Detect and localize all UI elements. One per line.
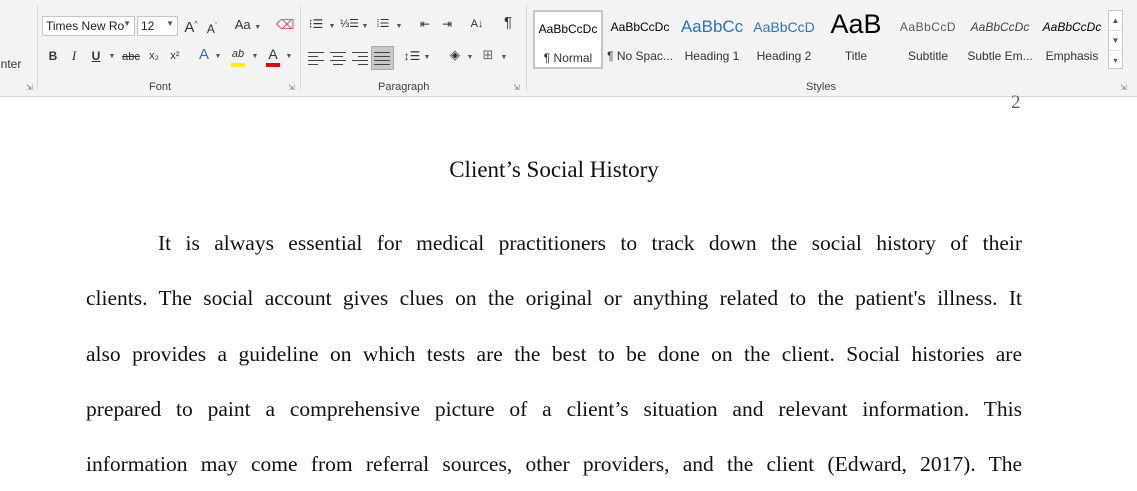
paragraph-line: It is always essential for medical pract… (158, 231, 1022, 255)
style-emphasis[interactable]: AaBbCcDc Emphasis (1037, 10, 1107, 69)
style-sample: AaBbCcDc (970, 20, 1030, 34)
style-name: Heading 1 (684, 49, 740, 63)
format-painter-button[interactable]: inter (0, 57, 21, 71)
font-name-combo[interactable]: Times New Ro ▼ (42, 16, 135, 36)
chevron-down-icon[interactable]: ▼ (395, 19, 403, 37)
borders-icon[interactable]: ⊞ (480, 47, 496, 65)
chevron-up-icon[interactable]: ▲ (1109, 11, 1122, 31)
chevron-down-icon: ▼ (166, 19, 174, 28)
style-sample: AaBbCc (680, 17, 744, 36)
group-divider (37, 6, 38, 90)
decrease-indent-icon[interactable]: ⇤ (416, 16, 434, 34)
style-no-spacing[interactable]: AaBbCcDc ¶ No Spac... (605, 10, 675, 69)
chevron-down-icon[interactable]: ▼ (361, 19, 369, 37)
grow-font-button[interactable]: A^ (183, 17, 199, 36)
style-subtle-emphasis[interactable]: AaBbCcDc Subtle Em... (965, 10, 1035, 69)
chevron-down-icon[interactable]: ▼ (423, 50, 431, 68)
paragraph-group-label: Paragraph (378, 81, 430, 93)
text-effects-button[interactable]: A (196, 47, 212, 65)
style-name: Emphasis (1045, 49, 1099, 63)
strikethrough-button[interactable]: abc (121, 49, 141, 67)
ribbon: inter ⇲ Times New Ro ▼ 12 ▼ A^ Aˇ Aa ▼ ⌫… (0, 0, 1137, 97)
style-sample: AaBbCcDc (538, 22, 598, 36)
justify-icon (374, 51, 390, 65)
style-name: Title (844, 49, 868, 63)
style-name: ¶ Normal (543, 51, 593, 65)
font-color-button[interactable]: A (265, 46, 281, 64)
chevron-down-icon[interactable]: ▼ (500, 50, 508, 68)
style-sample: AaBbCcD (899, 20, 957, 34)
paragraph-line: information may come from referral sourc… (86, 452, 1022, 476)
style-name: ¶ No Spac... (607, 49, 673, 63)
highlight-color-swatch (231, 63, 245, 67)
change-case-button[interactable]: Aa ▼ (233, 17, 263, 35)
paragraph-line: prepared to paint a comprehensive pictur… (86, 397, 1022, 421)
font-size-value: 12 (141, 19, 155, 33)
multilevel-list-icon[interactable]: ⁞☰ (374, 16, 392, 34)
more-styles-icon[interactable]: ▾ (1109, 51, 1122, 70)
clear-formatting-icon[interactable]: ⌫ (276, 17, 294, 35)
change-case-icon: Aa (234, 17, 251, 32)
paragraph-line: clients. The social account gives clues … (86, 286, 1022, 310)
highlight-button[interactable]: ab (230, 46, 246, 64)
grow-font-icon: A (184, 19, 195, 36)
page-number: 2 (1011, 92, 1021, 113)
shrink-font-button[interactable]: Aˇ (205, 19, 219, 37)
show-formatting-marks-icon[interactable]: ¶ (501, 15, 515, 33)
bullets-icon[interactable]: ⁝☰ (307, 16, 325, 34)
align-center-icon[interactable] (330, 51, 346, 65)
bold-button[interactable]: B (46, 48, 60, 66)
font-color-swatch (266, 63, 280, 67)
style-heading-1[interactable]: AaBbCc Heading 1 (677, 10, 747, 69)
paragraph-line: also provides a guideline on which tests… (86, 342, 1022, 366)
italic-button[interactable]: I (67, 48, 81, 66)
chevron-down-icon[interactable]: ▼ (328, 19, 336, 37)
superscript-button[interactable]: x² (167, 48, 183, 66)
chevron-down-icon[interactable]: ▼ (466, 50, 474, 68)
document-page[interactable]: 2 Client’s Social History It is always e… (0, 92, 1137, 491)
style-sample: AaBbCcDc (1042, 20, 1102, 34)
style-title[interactable]: AaB Title (821, 10, 891, 69)
style-heading-2[interactable]: AaBbCcD Heading 2 (749, 10, 819, 69)
style-normal[interactable]: AaBbCcDc ¶ Normal (533, 10, 603, 69)
styles-group-label: Styles (806, 81, 836, 93)
chevron-down-icon: ▼ (123, 19, 131, 28)
font-group-label: Font (149, 81, 172, 93)
subscript-button[interactable]: x₂ (146, 48, 162, 66)
line-spacing-icon[interactable]: ↕☰ (403, 48, 421, 66)
paragraph-dialog-launcher-icon[interactable]: ⇲ (513, 84, 521, 92)
shading-icon[interactable]: ◈ (446, 47, 464, 65)
numbering-icon[interactable]: ⅓☰ (340, 16, 359, 34)
style-sample: AaBbCcD (753, 19, 815, 35)
font-size-combo[interactable]: 12 ▼ (137, 16, 178, 36)
chevron-down-icon[interactable]: ▼ (251, 49, 259, 67)
style-sample: AaB (830, 10, 882, 39)
shrink-font-icon: A (206, 22, 215, 36)
chevron-down-icon[interactable]: ▼ (214, 49, 222, 67)
styles-gallery-scroll[interactable]: ▲ ▼ ▾ (1108, 10, 1123, 69)
chevron-down-icon[interactable]: ▼ (285, 49, 293, 67)
justify-button[interactable] (371, 46, 394, 70)
group-divider (526, 6, 527, 90)
document-title: Client’s Social History (449, 157, 659, 182)
font-dialog-launcher-icon[interactable]: ⇲ (288, 84, 296, 92)
chevron-down-icon[interactable]: ▼ (108, 49, 116, 67)
clipboard-dialog-launcher-icon[interactable]: ⇲ (26, 84, 34, 92)
style-name: Subtitle (907, 49, 949, 63)
underline-button[interactable]: U (89, 48, 103, 66)
align-right-icon[interactable] (352, 51, 368, 65)
font-name-value: Times New Ro (46, 19, 125, 33)
group-divider (300, 6, 301, 90)
chevron-down-icon[interactable]: ▼ (1109, 31, 1122, 51)
styles-gallery: AaBbCcDc ¶ Normal AaBbCcDc ¶ No Spac... … (531, 10, 1112, 69)
style-subtitle[interactable]: AaBbCcD Subtitle (893, 10, 963, 69)
align-left-icon[interactable] (308, 51, 324, 65)
styles-dialog-launcher-icon[interactable]: ⇲ (1120, 84, 1128, 92)
style-name: Subtle Em... (967, 49, 1033, 63)
sort-icon[interactable]: A↓ (468, 16, 486, 34)
increase-indent-icon[interactable]: ⇥ (438, 16, 456, 34)
style-sample: AaBbCcDc (610, 20, 670, 34)
style-name: Heading 2 (756, 49, 812, 63)
